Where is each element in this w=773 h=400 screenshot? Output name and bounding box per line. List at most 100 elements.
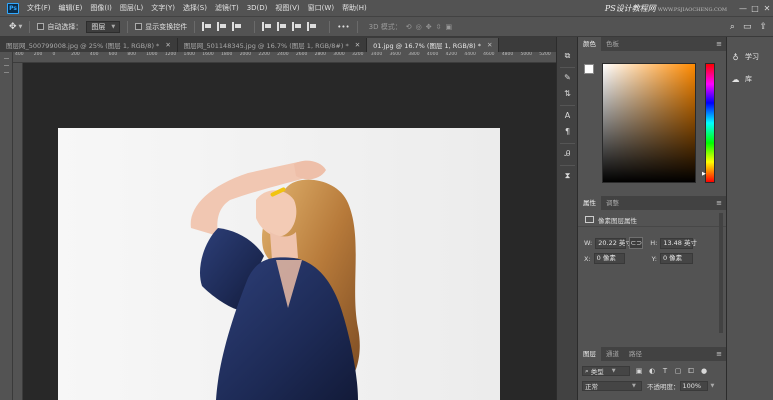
canvas-area[interactable] [23,63,556,400]
library-button[interactable]: ☁ 库 [731,74,753,84]
tab-document-1[interactable]: 图层网_500799008.jpg @ 25% (图层 1, RGB/8) * ✕ [0,38,178,52]
menu-help[interactable]: 帮助(H) [342,3,367,13]
blend-mode-dropdown[interactable]: 正常 ▼ [582,381,642,391]
history-icon[interactable]: ⧉ [562,51,573,61]
menu-filter[interactable]: 滤镜(T) [215,3,239,13]
menu-edit[interactable]: 编辑(E) [59,3,83,13]
workspace-icon[interactable]: ▭ [743,22,752,32]
x-field[interactable]: 0 像素 [593,253,625,264]
panel-menu-icon[interactable]: ≡ [716,199,722,207]
adjustments-icon[interactable]: ⇅ [562,89,573,99]
watermark-text: PS设计教程网 WWW.PSJIAOCHENG.COM [605,3,727,14]
filter-shape-icon[interactable]: ▢ [674,367,682,375]
menu-image[interactable]: 图像(I) [90,3,112,13]
align-left-icon[interactable] [202,22,212,31]
align-middle-icon[interactable] [277,22,287,31]
tab-paths[interactable]: 路径 [624,347,647,361]
maximize-button[interactable]: □ [749,4,761,13]
menu-bar: Ps 文件(F) 编辑(E) 图像(I) 图层(L) 文字(Y) 选择(S) 滤… [0,0,773,17]
brush-settings-icon[interactable]: ✎ [562,73,573,83]
close-icon[interactable]: ✕ [355,41,360,49]
menu-type[interactable]: 文字(Y) [151,3,175,13]
ruler-tick-label: 400 [15,52,24,57]
minimize-button[interactable]: — [737,4,749,13]
tab-color[interactable]: 颜色 [578,37,601,51]
3d-scale-icon[interactable]: ▣ [445,23,452,31]
link-icon[interactable]: ⊂⊃ [629,237,644,249]
filter-smart-object-icon[interactable]: ⧠ [687,367,695,375]
vertical-ruler [13,63,23,400]
pixel-layer-icon [585,216,594,223]
show-transform-checkbox[interactable] [135,23,143,30]
color-picker-field[interactable] [602,63,696,183]
tool-grip[interactable] [4,72,9,73]
3d-pan-icon[interactable]: ✥ [426,23,432,31]
glyphs-icon[interactable]: Ꭿ [562,149,573,159]
menu-window[interactable]: 窗口(W) [308,3,334,13]
move-tool-icon[interactable]: ✥ [9,22,17,32]
3d-slide-icon[interactable]: ⇳ [436,23,442,31]
y-field[interactable]: 0 像素 [659,253,693,264]
tab-properties[interactable]: 属性 [578,196,601,210]
divider [29,20,31,33]
filter-pixel-icon[interactable]: ▣ [635,367,643,375]
panel-menu-icon[interactable]: ≡ [716,350,722,358]
tab-swatches[interactable]: 色板 [601,37,624,51]
tab-document-3[interactable]: 01.jpg @ 16.7% (图层 1, RGB/8) * ✕ [367,38,500,52]
hue-slider-marker-icon[interactable]: ▶ [702,171,706,177]
align-top-icon[interactable] [262,22,272,31]
width-label: W: [584,239,593,247]
character-icon[interactable]: A [562,111,573,121]
filter-toggle-icon[interactable]: ● [700,367,708,375]
align-bottom-icon[interactable] [292,22,302,31]
close-icon[interactable]: ✕ [165,41,170,49]
stamp-icon[interactable]: ⧗ [562,171,573,181]
width-field[interactable]: 20.22 英寸 [595,237,632,249]
menu-layer[interactable]: 图层(L) [120,3,143,13]
menu-3d[interactable]: 3D(D) [247,4,268,12]
share-icon[interactable]: ⇪ [759,22,767,32]
3d-rotate-icon[interactable]: ⟲ [406,23,412,31]
distribute-icon[interactable] [307,22,317,31]
ruler-tick-label: 4600 [483,52,495,57]
paragraph-icon[interactable]: ¶ [562,127,573,137]
learn-button[interactable]: ♁ 学习 [731,52,759,62]
properties-scrollbar[interactable] [719,213,723,333]
chevron-down-icon[interactable]: ▼ [711,383,715,389]
close-window-button[interactable]: ✕ [761,4,773,13]
ruler-tick-label: 4200 [445,52,458,57]
filter-type-icon[interactable]: T [661,367,669,375]
tab-document-2[interactable]: 图层网_501148345.jpg @ 16.7% (图层 1, RGB/8#)… [177,38,368,52]
tab-channels[interactable]: 通道 [601,347,624,361]
ruler-tick-label: 2400 [277,52,289,57]
align-right-icon[interactable] [232,22,242,31]
divider [356,20,358,33]
hue-slider[interactable] [705,63,715,183]
chevron-down-icon[interactable]: ▼ [19,24,23,30]
ruler-tick-label: 3400 [370,52,383,57]
layer-filter-value: 类型 [590,368,604,376]
tool-grip[interactable] [4,65,9,66]
filter-adjustment-icon[interactable]: ◐ [648,367,656,375]
auto-select-target-dropdown[interactable]: 图层 ▼ [86,20,121,33]
tab-adjustments[interactable]: 调整 [601,196,624,210]
3d-roll-icon[interactable]: ◎ [416,23,422,31]
align-center-icon[interactable] [217,22,227,31]
panel-menu-icon[interactable]: ≡ [716,40,722,48]
height-field[interactable]: 13.48 英寸 [660,237,697,249]
more-options-button[interactable]: ••• [337,23,349,31]
foreground-color-swatch[interactable] [584,64,594,74]
tab-layers[interactable]: 图层 [578,347,601,361]
close-icon[interactable]: ✕ [487,41,492,49]
properties-panel: 属性 调整 ≡ 像素图层属性 W: 20.22 英寸 ⊂⊃ H: 13.48 英… [578,196,726,343]
menu-view[interactable]: 视图(V) [275,3,299,13]
opacity-field[interactable]: 100% [679,381,708,391]
document-canvas[interactable] [58,128,500,400]
tool-grip[interactable] [4,58,9,59]
layer-filter-dropdown[interactable]: ⌕ 类型 ▼ [582,366,630,376]
search-icon[interactable]: ⌕ [730,22,735,32]
auto-select-checkbox[interactable] [37,23,45,30]
menu-select[interactable]: 选择(S) [183,3,207,13]
ruler-tick-label: 2800 [314,52,327,57]
menu-file[interactable]: 文件(F) [27,3,51,13]
